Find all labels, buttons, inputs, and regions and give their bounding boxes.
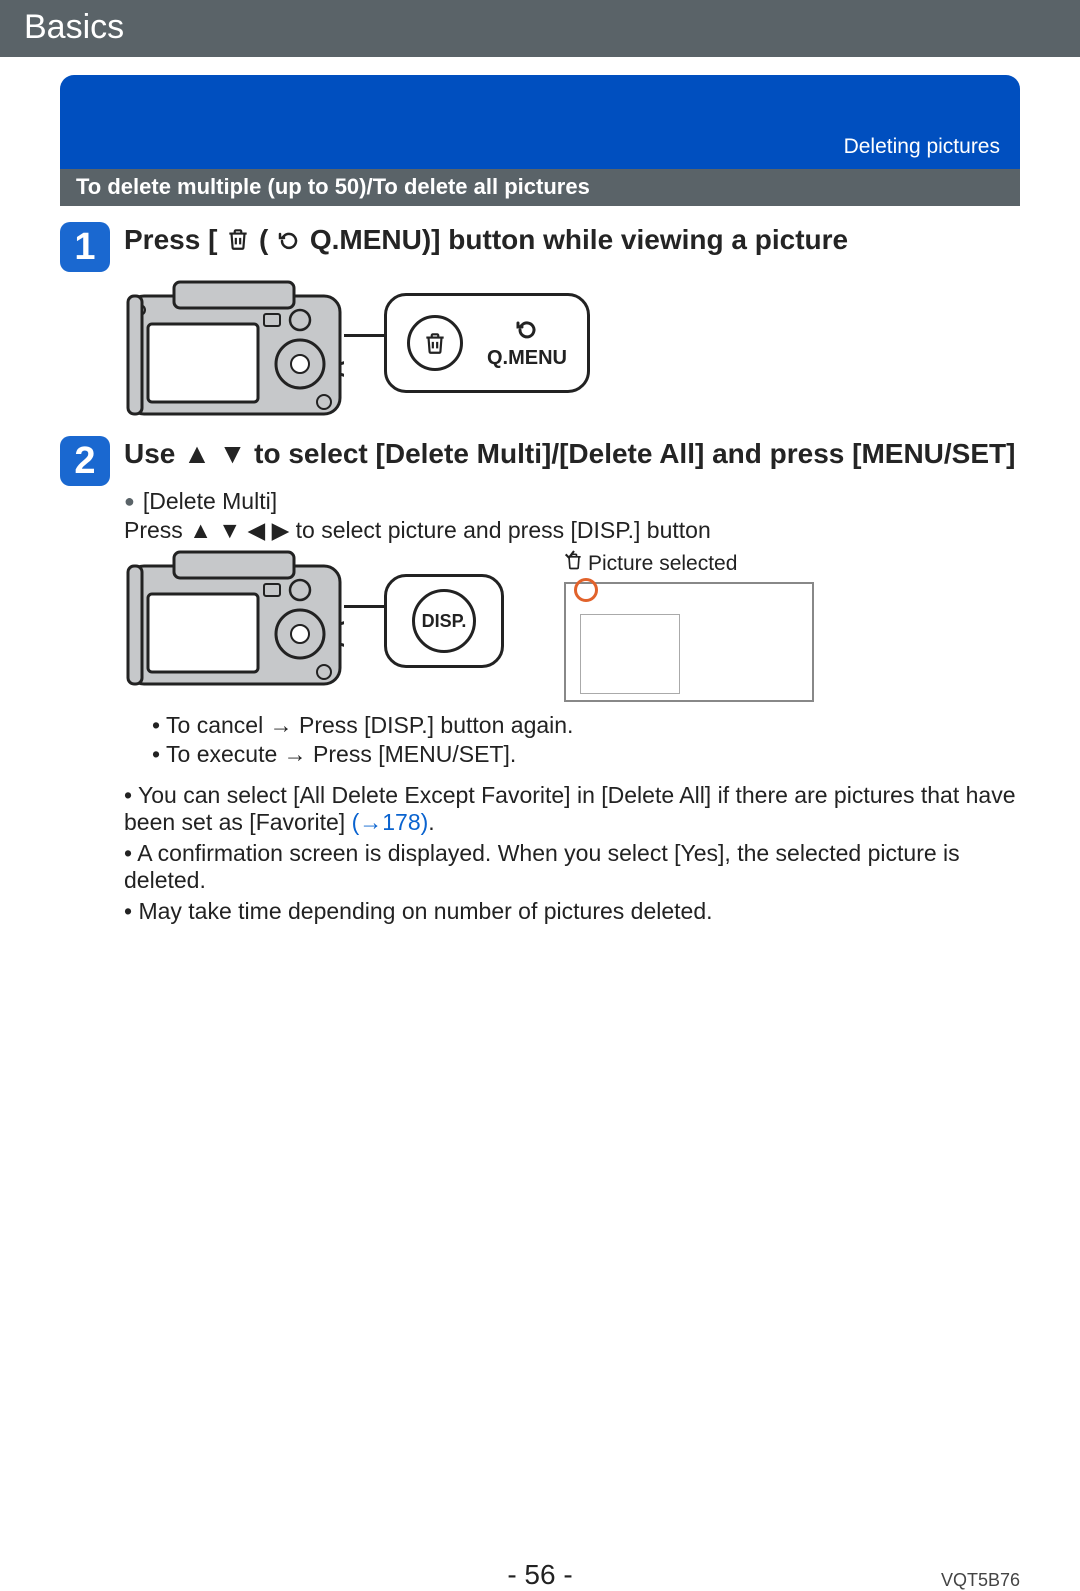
step-2: 2 Use ▲ ▼ to select [Delete Multi]/[Dele…	[60, 436, 1020, 486]
note-2: A confirmation screen is displayed. When…	[124, 840, 1020, 894]
page-title: Basics	[24, 8, 124, 46]
qmenu-label: Q.MENU	[487, 347, 567, 370]
link-178[interactable]: (→178)	[352, 809, 429, 835]
page-footer: - 56 - VQT5B76	[0, 1559, 1080, 1591]
return-icon	[513, 317, 541, 347]
selection-marker-icon	[574, 578, 598, 602]
step-1-title: Press [ ( Q.MENU)] button while viewing …	[124, 222, 1020, 258]
trash-icon	[217, 224, 259, 255]
execute-line: To execute → Press [MENU/SET].	[152, 741, 1020, 768]
up-down-arrows-icon: ▲ ▼	[183, 438, 246, 469]
disp-button-icon: DISP.	[412, 589, 476, 653]
trash-button-icon	[407, 315, 463, 371]
step-1-illustration: Q.MENU	[124, 280, 1020, 420]
notes-block: You can select [All Delete Except Favori…	[124, 782, 1020, 925]
cancel-line: To cancel → Press [DISP.] button again.	[152, 712, 1020, 739]
press-line: Press ▲ ▼ ◀ ▶ to select picture and pres…	[124, 517, 1020, 544]
picture-selected-box	[564, 582, 814, 702]
step-badge-2: 2	[60, 436, 110, 486]
return-icon	[268, 224, 310, 255]
trash-check-icon	[564, 550, 584, 578]
section-banner: Deleting pictures	[60, 75, 1020, 169]
four-arrows-icon: ▲ ▼ ◀ ▶	[189, 517, 289, 543]
section-label: Deleting pictures	[844, 135, 1000, 159]
page-header: Basics	[0, 0, 1080, 57]
step-1: 1 Press [ ( Q.MENU)] button while viewin…	[60, 222, 1020, 272]
step-badge-1: 1	[60, 222, 110, 272]
note-3: May take time depending on number of pic…	[124, 898, 1020, 925]
step-1-callout: Q.MENU	[384, 293, 590, 393]
picture-selected-label: Picture selected	[564, 550, 737, 578]
camera-back-illustration-2	[124, 550, 344, 690]
delete-multi-label: [Delete Multi]	[124, 488, 1020, 515]
note-1: You can select [All Delete Except Favori…	[124, 782, 1020, 836]
document-id: VQT5B76	[941, 1570, 1020, 1591]
step-2-title: Use ▲ ▼ to select [Delete Multi]/[Delete…	[124, 436, 1020, 472]
camera-back-illustration	[124, 280, 344, 420]
step-2-callout: DISP.	[384, 574, 504, 668]
step-2-illustration-row: DISP. Picture selected	[124, 550, 1020, 702]
page-number: - 56 -	[507, 1559, 572, 1590]
sub-header: To delete multiple (up to 50)/To delete …	[60, 169, 1020, 206]
